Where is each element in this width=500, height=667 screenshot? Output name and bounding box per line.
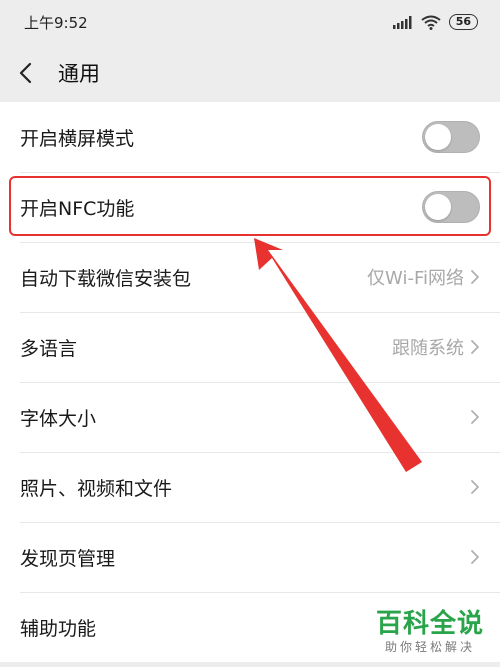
- chevron-right-icon: [470, 409, 480, 425]
- settings-list: 开启横屏模式 开启NFC功能 自动下载微信安装包 仅Wi-Fi网络 多语言 跟随…: [0, 102, 500, 662]
- watermark-subtitle: 助你轻松解决: [384, 640, 475, 654]
- toggle-knob: [425, 124, 451, 150]
- row-right: [470, 409, 480, 425]
- nfc-toggle[interactable]: [422, 191, 480, 223]
- watermark-logo: 百科全说 助你轻松解决: [376, 609, 484, 655]
- row-value: 跟随系统: [392, 338, 464, 359]
- row-label: 开启横屏模式: [20, 127, 135, 150]
- chevron-right-icon: [470, 269, 480, 285]
- row-label: 多语言: [20, 337, 78, 360]
- battery-indicator: 56: [448, 14, 478, 30]
- row-auto-download[interactable]: 自动下载微信安装包 仅Wi-Fi网络: [0, 242, 500, 312]
- chevron-right-icon: [470, 549, 480, 565]
- chevron-left-icon[interactable]: [18, 62, 36, 84]
- watermark-title: 百科全说: [375, 609, 484, 639]
- status-time: 上午9:52: [24, 13, 88, 32]
- row-value: 仅Wi-Fi网络: [367, 268, 464, 289]
- row-discover-manage[interactable]: 发现页管理: [0, 522, 500, 592]
- row-nfc[interactable]: 开启NFC功能: [0, 172, 500, 242]
- chevron-right-icon: [470, 339, 480, 355]
- row-right: 仅Wi-Fi网络: [367, 264, 480, 290]
- status-icons: 56: [392, 14, 478, 30]
- row-font-size[interactable]: 字体大小: [0, 382, 500, 452]
- toggle-knob: [425, 194, 451, 220]
- row-label: 字体大小: [20, 407, 97, 430]
- row-right: 跟随系统: [392, 334, 480, 360]
- row-right: [470, 479, 480, 495]
- row-right: [470, 549, 480, 565]
- row-label: 发现页管理: [20, 547, 116, 570]
- row-landscape-mode[interactable]: 开启横屏模式: [0, 102, 500, 172]
- row-label: 辅助功能: [20, 617, 97, 640]
- landscape-toggle[interactable]: [422, 121, 480, 153]
- signal-icon: [392, 15, 412, 29]
- row-label: 照片、视频和文件: [20, 477, 173, 500]
- nav-bar: 通用: [0, 44, 500, 102]
- page-title: 通用: [58, 62, 100, 86]
- row-language[interactable]: 多语言 跟随系统: [0, 312, 500, 382]
- row-label: 开启NFC功能: [20, 197, 135, 220]
- status-bar: 上午9:52 56: [0, 0, 500, 44]
- chevron-right-icon: [470, 479, 480, 495]
- wifi-icon: [421, 15, 441, 30]
- row-media-files[interactable]: 照片、视频和文件: [0, 452, 500, 522]
- row-label: 自动下载微信安装包: [20, 267, 192, 290]
